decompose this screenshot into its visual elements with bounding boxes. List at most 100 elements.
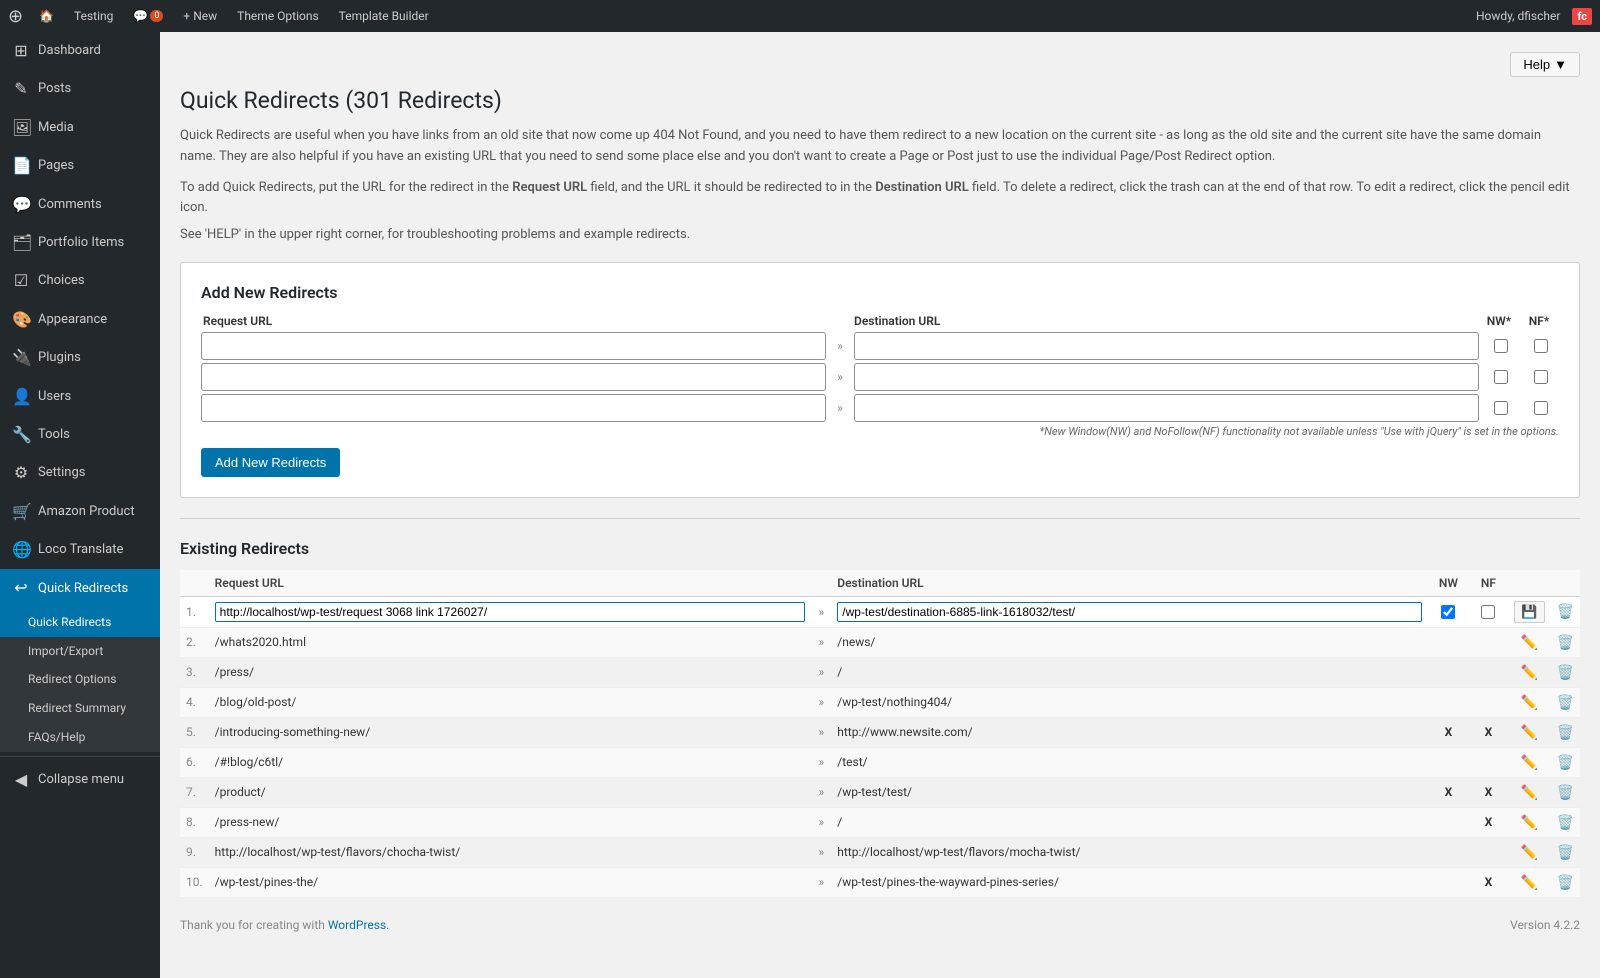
nf-checkbox-3[interactable]	[1534, 401, 1548, 415]
request-url-cell-0[interactable]	[209, 596, 812, 627]
sidebar-item-media[interactable]: 🖼 Media	[0, 109, 160, 147]
sidebar-item-posts[interactable]: ✎ Posts	[0, 70, 160, 108]
sidebar-item-appearance[interactable]: 🎨 Appearance	[0, 301, 160, 339]
delete-action-cell-8[interactable]: 🗑️	[1551, 837, 1580, 867]
edit-button-5[interactable]: ✏️	[1519, 752, 1540, 773]
help-button[interactable]: Help ▼	[1510, 52, 1580, 77]
nf-checkbox-2[interactable]	[1534, 370, 1548, 384]
delete-action-cell-9[interactable]: 🗑️	[1551, 867, 1580, 897]
sidebar-submenu-item-redirect-summary[interactable]: Redirect Summary	[0, 694, 160, 723]
save-action-cell-6[interactable]: ✏️	[1508, 777, 1550, 807]
destination-url-input-2[interactable]	[854, 363, 1479, 391]
wordpress-link[interactable]: WordPress.	[328, 918, 389, 932]
edit-button-8[interactable]: ✏️	[1519, 842, 1540, 863]
save-action-cell-5[interactable]: ✏️	[1508, 747, 1550, 777]
sidebar-item-pages[interactable]: 📄 Pages	[0, 147, 160, 185]
nw-cell-7	[1428, 807, 1468, 837]
sidebar-label-loco: Loco Translate	[38, 541, 148, 559]
save-action-cell-7[interactable]: ✏️	[1508, 807, 1550, 837]
request-url-input-2[interactable]	[201, 363, 826, 391]
admin-bar-site[interactable]: Testing	[66, 0, 121, 32]
nw-cell-0[interactable]	[1428, 596, 1468, 627]
sidebar-submenu-item-import[interactable]: Import/Export	[0, 637, 160, 666]
dest-url-cell-0[interactable]	[831, 596, 1428, 627]
delete-button-2[interactable]: 🗑️	[1557, 664, 1574, 681]
sidebar-item-choices[interactable]: ☑ Choices	[0, 262, 160, 300]
save-action-cell-3[interactable]: ✏️	[1508, 687, 1550, 717]
destination-url-input-3[interactable]	[854, 394, 1479, 422]
sidebar-item-portfolio[interactable]: 🗂 Portfolio Items	[0, 224, 160, 262]
admin-bar-new[interactable]: + New	[175, 0, 225, 32]
edit-button-3[interactable]: ✏️	[1519, 692, 1540, 713]
nw-checkbox-1[interactable]	[1494, 339, 1508, 353]
nf-cell-0[interactable]	[1468, 596, 1508, 627]
save-action-cell-9[interactable]: ✏️	[1508, 867, 1550, 897]
sidebar-item-plugins[interactable]: 🔌 Plugins	[0, 339, 160, 377]
edit-destination-url-0[interactable]	[837, 602, 1422, 622]
admin-bar-theme-options[interactable]: Theme Options	[229, 0, 327, 32]
nw-checkbox-3[interactable]	[1494, 401, 1508, 415]
admin-bar-comments[interactable]: 💬 0	[125, 0, 171, 32]
edit-button-6[interactable]: ✏️	[1519, 782, 1540, 803]
sidebar-item-users[interactable]: 👤 Users	[0, 378, 160, 416]
sidebar-item-amazon[interactable]: 🛒 Amazon Product	[0, 493, 160, 531]
delete-button-6[interactable]: 🗑️	[1557, 784, 1574, 801]
sidebar-item-tools[interactable]: 🔧 Tools	[0, 416, 160, 454]
delete-action-cell-3[interactable]: 🗑️	[1551, 687, 1580, 717]
admin-bar-home[interactable]: 🏠	[31, 0, 62, 32]
sidebar-item-loco[interactable]: 🌐 Loco Translate	[0, 531, 160, 569]
edit-button-9[interactable]: ✏️	[1519, 872, 1540, 893]
delete-action-cell-4[interactable]: 🗑️	[1551, 717, 1580, 747]
delete-action-cell-2[interactable]: 🗑️	[1551, 657, 1580, 687]
save-action-cell-8[interactable]: ✏️	[1508, 837, 1550, 867]
sidebar-submenu-item-faqs[interactable]: FAQs/Help	[0, 723, 160, 752]
add-input-row-2: »	[201, 363, 1559, 391]
nw-cell-2	[1428, 657, 1468, 687]
destination-url-input-1[interactable]	[854, 332, 1479, 360]
nf-checkbox-1[interactable]	[1534, 339, 1548, 353]
nw-checkbox-2[interactable]	[1494, 370, 1508, 384]
delete-action-cell-6[interactable]: 🗑️	[1551, 777, 1580, 807]
nf-checkbox-wrap-2	[1523, 370, 1559, 384]
edit-nw-checkbox-0[interactable]	[1441, 605, 1455, 619]
delete-action-cell-1[interactable]: 🗑️	[1551, 627, 1580, 657]
sidebar-item-dashboard[interactable]: ⊞ Dashboard	[0, 32, 160, 70]
save-action-cell-2[interactable]: ✏️	[1508, 657, 1550, 687]
edit-request-url-0[interactable]	[215, 602, 806, 622]
sidebar-submenu-item-quickredirects[interactable]: Quick Redirects	[0, 608, 160, 637]
delete-button-9[interactable]: 🗑️	[1557, 874, 1574, 891]
sidebar-label-media: Media	[38, 119, 148, 137]
save-action-cell-0[interactable]: 💾	[1508, 596, 1550, 627]
edit-button-4[interactable]: ✏️	[1519, 722, 1540, 743]
arrow-icon-2: »	[830, 370, 850, 384]
delete-button-4[interactable]: 🗑️	[1557, 724, 1574, 741]
save-action-cell-1[interactable]: ✏️	[1508, 627, 1550, 657]
add-new-redirects-button[interactable]: Add New Redirects	[201, 448, 340, 477]
edit-button-2[interactable]: ✏️	[1519, 662, 1540, 683]
delete-action-cell-0[interactable]: 🗑️	[1551, 596, 1580, 627]
admin-bar-template-builder[interactable]: Template Builder	[331, 0, 437, 32]
edit-button-1[interactable]: ✏️	[1519, 632, 1540, 653]
delete-action-cell-5[interactable]: 🗑️	[1551, 747, 1580, 777]
arrow-icon-3: »	[830, 401, 850, 415]
delete-action-cell-7[interactable]: 🗑️	[1551, 807, 1580, 837]
delete-button-1[interactable]: 🗑️	[1557, 634, 1574, 651]
existing-section-title: Existing Redirects	[180, 539, 1580, 558]
nf-header: NF*	[1521, 314, 1557, 328]
delete-button-3[interactable]: 🗑️	[1557, 694, 1574, 711]
delete-button-0[interactable]: 🗑️	[1557, 603, 1574, 620]
sidebar-item-comments[interactable]: 💬 Comments	[0, 186, 160, 224]
delete-button-8[interactable]: 🗑️	[1557, 844, 1574, 861]
delete-button-7[interactable]: 🗑️	[1557, 814, 1574, 831]
edit-nf-checkbox-0[interactable]	[1481, 605, 1495, 619]
save-action-cell-4[interactable]: ✏️	[1508, 717, 1550, 747]
edit-button-7[interactable]: ✏️	[1519, 812, 1540, 833]
sidebar-item-settings[interactable]: ⚙ Settings	[0, 454, 160, 492]
sidebar-collapse[interactable]: ◀ Collapse menu	[0, 761, 160, 799]
sidebar-submenu-item-redirect-options[interactable]: Redirect Options	[0, 665, 160, 694]
request-url-input-1[interactable]	[201, 332, 826, 360]
request-url-input-3[interactable]	[201, 394, 826, 422]
save-button-0[interactable]: 💾	[1514, 601, 1544, 623]
delete-button-5[interactable]: 🗑️	[1557, 754, 1574, 771]
sidebar-item-quickredirects[interactable]: ↩ Quick Redirects	[0, 569, 160, 607]
